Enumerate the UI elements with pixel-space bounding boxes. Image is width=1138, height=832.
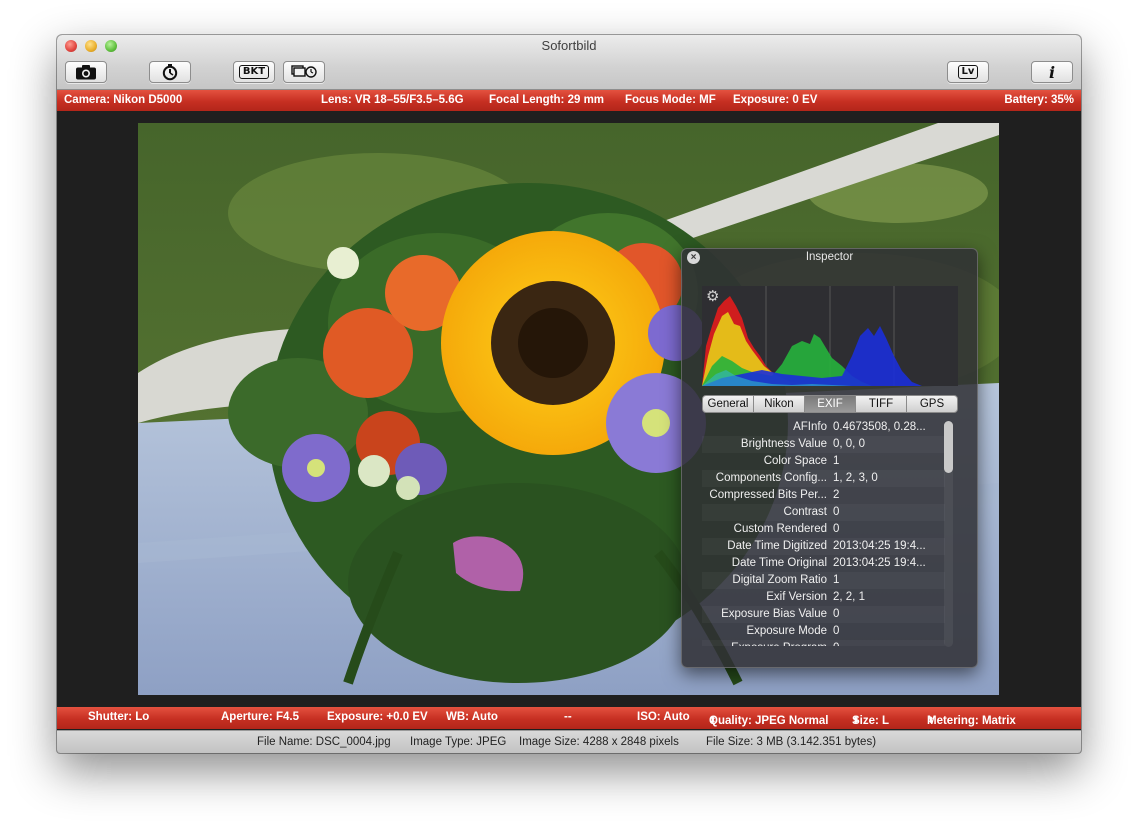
self-timer-button[interactable] (149, 61, 191, 83)
inspector-toggle-button[interactable]: i (1031, 61, 1073, 83)
shutter-setting[interactable]: Shutter: Lo (88, 711, 149, 723)
tab-nikon[interactable]: Nikon (754, 396, 805, 412)
live-view-button[interactable]: Lv (947, 61, 989, 83)
table-row[interactable]: Exposure Bias Value 0 (702, 606, 945, 623)
bracket-icon: BKT (238, 65, 270, 79)
table-row[interactable]: Compressed Bits Per... 2 (702, 487, 945, 504)
file-name: File Name: DSC_0004.jpg (257, 736, 391, 748)
capture-button[interactable] (65, 61, 107, 83)
inspector-panel: × Inspector ⚙ General Nikon EXIF TIFF GP… (681, 248, 978, 668)
table-row[interactable]: Exposure Mode 0 (702, 623, 945, 640)
self-timer-icon (162, 64, 178, 81)
table-row[interactable]: Exposure Program0 (702, 640, 945, 646)
empty-setting: -- (564, 711, 572, 723)
exif-table[interactable]: AFInfo 0.4673508, 0.28... Brightness Valu… (702, 419, 945, 646)
image-size: Image Size: 4288 x 2848 pixels (519, 736, 679, 748)
focus-mode: Focus Mode: MF (625, 94, 716, 106)
camera-info-bar: Camera: Nikon D5000 Lens: VR 18–55/F3.5–… (57, 90, 1081, 111)
aperture-setting[interactable]: Aperture: F4.5 (221, 711, 299, 723)
tab-gps[interactable]: GPS (907, 396, 957, 412)
histogram (702, 286, 958, 386)
title-bar: Sofortbild BKT Lv i (57, 35, 1081, 90)
camera-icon (76, 65, 96, 80)
table-row[interactable]: Custom Rendered 0 (702, 521, 945, 538)
scrollbar-thumb[interactable] (944, 421, 953, 473)
interval-button[interactable] (283, 61, 325, 83)
window-title: Sofortbild (541, 38, 597, 53)
camera-settings-bar: Shutter: Lo Aperture: F4.5 Exposure: +0.… (57, 707, 1081, 729)
table-row[interactable]: Date Time Digitized 2013:04:25 19:4... (702, 538, 945, 555)
inspector-tabs: General Nikon EXIF TIFF GPS (702, 395, 958, 413)
table-row[interactable]: Exif Version 2, 2, 1 (702, 589, 945, 606)
exposure-setting[interactable]: Exposure: +0.0 EV (327, 711, 428, 723)
file-status-bar: File Name: DSC_0004.jpg Image Type: JPEG… (57, 730, 1081, 753)
camera-model: Camera: Nikon D5000 (64, 94, 183, 106)
histogram-graph (702, 286, 922, 386)
battery-level: Battery: 35% (1004, 94, 1074, 106)
table-row[interactable]: Brightness Value 0, 0, 0 (702, 436, 945, 453)
gear-icon[interactable]: ⚙ (706, 289, 719, 304)
table-row[interactable]: Contrast 0 (702, 504, 945, 521)
interval-icon (291, 65, 317, 78)
tab-tiff[interactable]: TIFF (856, 396, 907, 412)
file-size: File Size: 3 MB (3.142.351 bytes) (706, 736, 877, 748)
table-row[interactable]: Components Config... 1, 2, 3, 0 (702, 470, 945, 487)
exposure-info: Exposure: 0 EV (733, 94, 818, 106)
bracketing-button[interactable]: BKT (233, 61, 275, 83)
info-icon: i (1048, 62, 1056, 82)
white-balance-setting[interactable]: WB: Auto (446, 711, 498, 723)
focal-length: Focal Length: 29 mm (489, 94, 605, 106)
tab-exif[interactable]: EXIF (805, 396, 856, 412)
table-row[interactable]: Color Space 1 (702, 453, 945, 470)
table-row[interactable]: AFInfo 0.4673508, 0.28... (702, 419, 945, 436)
table-row[interactable]: Date Time Original 2013:04:25 19:4... (702, 555, 945, 572)
inspector-title: Inspector (805, 251, 854, 263)
lens-info: Lens: VR 18–55/F3.5–5.6G (321, 94, 464, 106)
table-row[interactable]: Digital Zoom Ratio 1 (702, 572, 945, 589)
iso-setting[interactable]: ISO: Auto (637, 711, 690, 723)
live-view-icon: Lv (957, 65, 979, 79)
tab-general[interactable]: General (703, 396, 754, 412)
image-type: Image Type: JPEG (410, 736, 507, 748)
